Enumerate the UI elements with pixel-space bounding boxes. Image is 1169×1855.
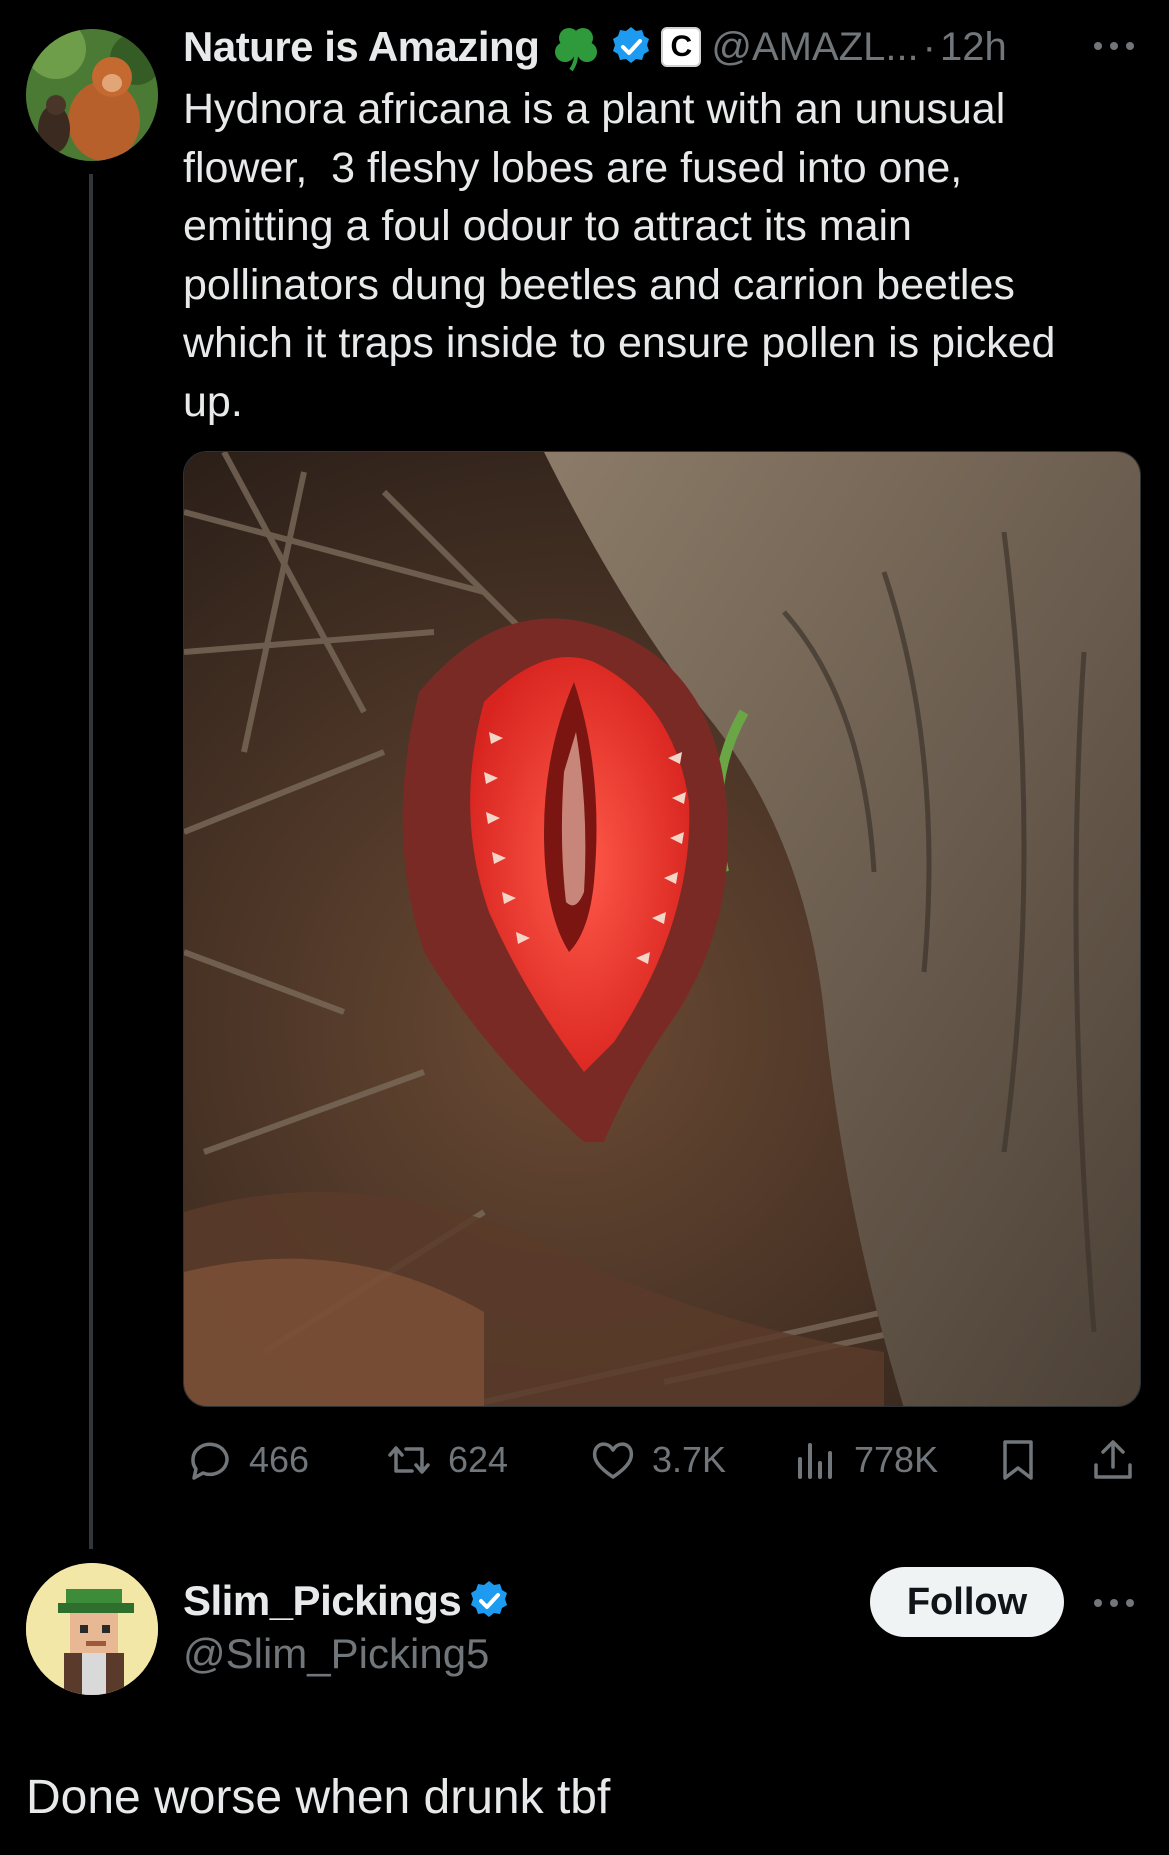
- author-handle[interactable]: @AMAZL...: [711, 25, 918, 70]
- reply-header: Slim_Pickings: [183, 1570, 511, 1632]
- reply-icon: [191, 1442, 229, 1480]
- thread-line: [89, 174, 93, 1549]
- reply-author-name[interactable]: Slim_Pickings: [183, 1577, 462, 1625]
- orangutan-avatar-image: [26, 29, 158, 161]
- hydnora-flower-photo: [184, 452, 1140, 1406]
- reply-button[interactable]: 466: [185, 1430, 309, 1490]
- views-icon: [798, 1443, 832, 1479]
- verified-icon[interactable]: [609, 25, 653, 69]
- pixel-character-avatar-image: [26, 1563, 158, 1695]
- like-icon: [592, 1442, 634, 1479]
- affiliate-badge-icon: C: [661, 27, 702, 67]
- clover-icon: [555, 28, 598, 72]
- author-name[interactable]: Nature is Amazing: [183, 23, 540, 71]
- repost-count: 624: [448, 1439, 509, 1480]
- repost-button[interactable]: 624: [384, 1430, 508, 1490]
- share-button[interactable]: [1088, 1430, 1138, 1490]
- author-avatar[interactable]: [26, 29, 158, 161]
- tweet-header: Nature is Amazing C @AMAZL... · 12h: [183, 16, 1007, 78]
- follow-button[interactable]: Follow: [870, 1567, 1064, 1637]
- separator-dot: ·: [922, 24, 936, 69]
- tweet-time[interactable]: 12h: [940, 25, 1007, 70]
- reply-author-handle[interactable]: @Slim_Picking5: [183, 1630, 489, 1678]
- more-icon[interactable]: [1086, 1583, 1142, 1623]
- tweet-text: Hydnora africana is a plant with an unus…: [183, 85, 1056, 426]
- bookmark-button[interactable]: [993, 1430, 1043, 1490]
- repost-icon: [388, 1446, 430, 1474]
- share-icon: [1094, 1440, 1132, 1479]
- more-icon[interactable]: [1086, 26, 1142, 66]
- bookmark-icon: [1003, 1440, 1033, 1480]
- tweet-media-image[interactable]: [183, 451, 1141, 1407]
- reply-count: 466: [249, 1439, 310, 1480]
- verified-icon[interactable]: [467, 1579, 511, 1623]
- reply-author-avatar[interactable]: [26, 1563, 158, 1695]
- like-button[interactable]: 3.7K: [588, 1430, 726, 1490]
- views-button[interactable]: 778K: [790, 1430, 938, 1490]
- views-count: 778K: [854, 1439, 939, 1480]
- like-count: 3.7K: [652, 1439, 727, 1480]
- reply-text: Done worse when drunk tbf: [26, 1771, 611, 1824]
